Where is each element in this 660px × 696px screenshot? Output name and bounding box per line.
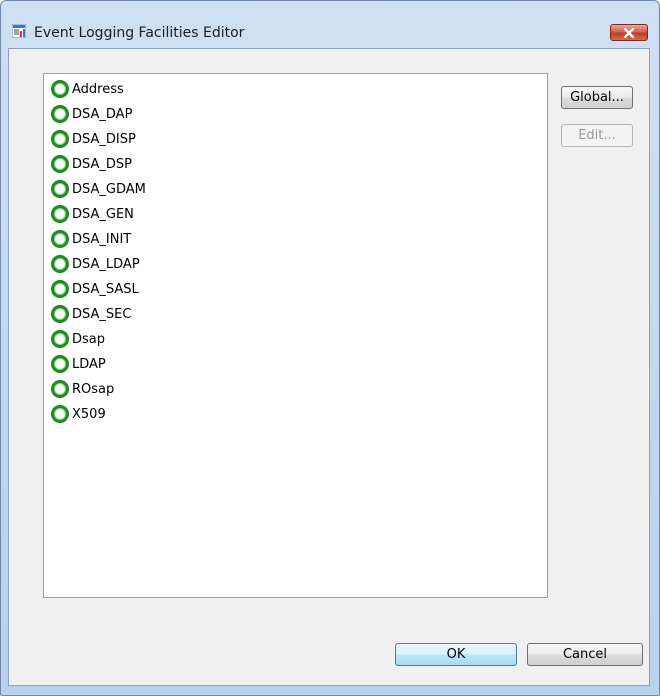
list-item[interactable]: DSA_DISP — [51, 127, 136, 151]
list-item-label: X509 — [72, 406, 106, 422]
status-circle-green-icon — [51, 305, 69, 323]
status-circle-green-icon — [51, 405, 69, 423]
status-circle-green-icon — [51, 355, 69, 373]
close-button[interactable] — [610, 24, 648, 41]
list-item[interactable]: DSA_DSP — [51, 152, 132, 176]
status-circle-green-icon — [51, 155, 69, 173]
dialog-client-area: Address DSA_DAP DSA_DISP DSA_DSP DSA_GDAM DSA… — [8, 48, 650, 686]
list-item[interactable]: DSA_DAP — [51, 102, 132, 126]
status-circle-green-icon — [51, 130, 69, 148]
list-item-label: DSA_GDAM — [72, 181, 146, 197]
list-item-label: DSA_GEN — [72, 206, 134, 222]
status-circle-green-icon — [51, 105, 69, 123]
global-button[interactable]: Global... — [561, 86, 633, 109]
list-item[interactable]: LDAP — [51, 352, 106, 376]
list-item[interactable]: Address — [51, 77, 124, 101]
list-item[interactable]: ROsap — [51, 377, 114, 401]
list-item-label: DSA_DSP — [72, 156, 132, 172]
list-item[interactable]: DSA_GEN — [51, 202, 134, 226]
dialog-window: Event Logging Facilities Editor Address D… — [0, 0, 660, 696]
list-item[interactable]: DSA_INIT — [51, 227, 131, 251]
list-item[interactable]: DSA_LDAP — [51, 252, 140, 276]
close-icon — [623, 28, 635, 38]
facilities-list[interactable]: Address DSA_DAP DSA_DISP DSA_DSP DSA_GDAM DSA… — [43, 73, 548, 598]
list-item-label: DSA_DISP — [72, 131, 136, 147]
list-item-label: ROsap — [72, 381, 115, 397]
status-circle-green-icon — [51, 380, 69, 398]
list-item-label: DSA_SEC — [72, 306, 132, 322]
app-icon — [11, 23, 27, 39]
list-item-label: DSA_LDAP — [72, 256, 140, 272]
title-bar[interactable]: Event Logging Facilities Editor — [1, 1, 659, 41]
list-item[interactable]: DSA_SASL — [51, 277, 139, 301]
list-item[interactable]: Dsap — [51, 327, 105, 351]
list-item-label: Dsap — [72, 331, 106, 347]
list-item-label: DSA_SASL — [72, 281, 139, 297]
list-item[interactable]: X509 — [51, 402, 106, 426]
list-item-label: DSA_DAP — [72, 106, 133, 122]
status-circle-green-icon — [51, 330, 69, 348]
status-circle-green-icon — [51, 280, 69, 298]
status-circle-green-icon — [51, 255, 69, 273]
list-item-label: LDAP — [72, 356, 106, 372]
ok-button[interactable]: OK — [395, 643, 517, 666]
edit-button[interactable]: Edit... — [561, 124, 633, 147]
status-circle-green-icon — [51, 180, 69, 198]
list-item[interactable]: DSA_SEC — [51, 302, 131, 326]
status-circle-green-icon — [51, 230, 69, 248]
cancel-button[interactable]: Cancel — [527, 643, 643, 666]
list-item-label: Address — [72, 81, 124, 97]
status-circle-green-icon — [51, 205, 69, 223]
status-circle-green-icon — [51, 80, 69, 98]
list-item-label: DSA_INIT — [72, 231, 132, 247]
window-title: Event Logging Facilities Editor — [34, 25, 245, 41]
list-item[interactable]: DSA_GDAM — [51, 177, 146, 201]
